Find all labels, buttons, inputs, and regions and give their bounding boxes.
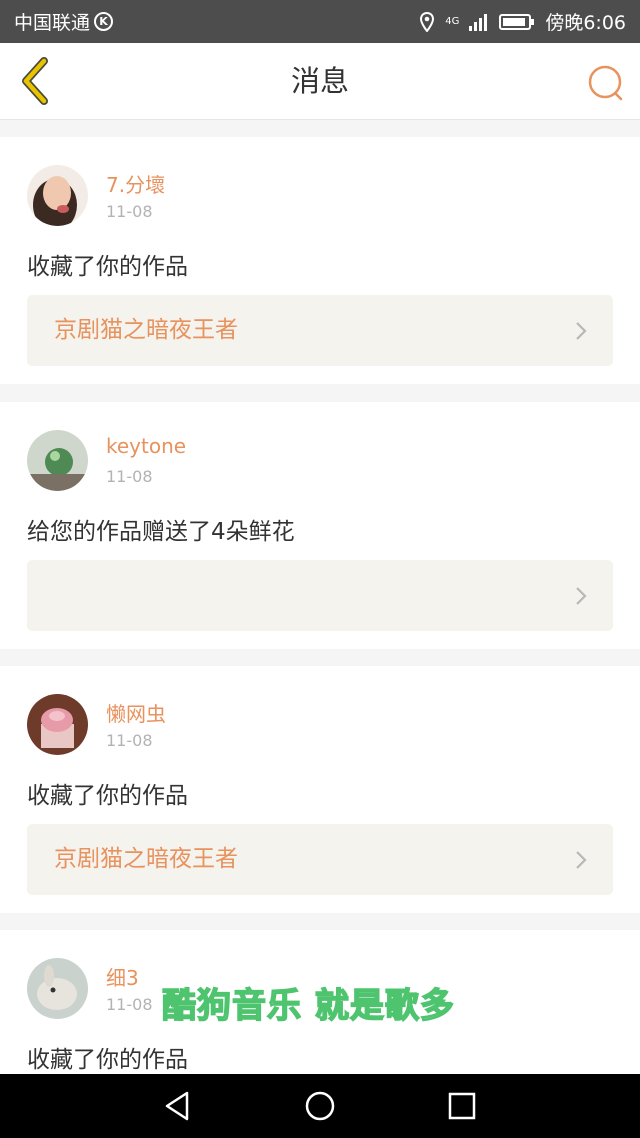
username[interactable]: 细3 xyxy=(106,962,139,991)
avatar[interactable] xyxy=(27,694,88,755)
message-date: 11-08 xyxy=(106,731,153,750)
message-card: keytone 11-08 给您的作品赠送了4朵鲜花 xyxy=(0,402,640,649)
username[interactable]: 懒网虫 xyxy=(106,698,166,727)
carrier-name: 中国联通 xyxy=(14,12,91,34)
avatar[interactable] xyxy=(27,165,88,226)
username[interactable]: 7.分壞 xyxy=(106,169,165,198)
back-triangle-icon[interactable] xyxy=(160,1088,196,1124)
signal-icon xyxy=(469,13,488,31)
message-action: 给您的作品赠送了4朵鲜花 xyxy=(27,519,295,545)
carrier: 中国联通 K xyxy=(14,8,114,35)
battery-icon xyxy=(499,13,535,30)
recents-square-icon[interactable] xyxy=(444,1088,480,1124)
carrier-badge: K xyxy=(94,12,114,31)
chevron-right-icon xyxy=(576,587,587,605)
avatar[interactable] xyxy=(27,958,88,1019)
avatar[interactable] xyxy=(27,430,88,491)
message-action: 收藏了你的作品 xyxy=(27,254,188,280)
work-title: 京剧猫之暗夜王者 xyxy=(54,317,238,343)
chevron-right-icon xyxy=(576,322,587,340)
status-bar: 中国联通 K 4G 傍晚6:06 xyxy=(0,0,640,43)
status-icons: 4G 傍晚6:06 xyxy=(419,8,626,35)
network-type: 4G xyxy=(445,15,460,27)
message-date: 11-08 xyxy=(106,467,153,486)
nav-bar: 消息 xyxy=(0,43,640,120)
search-icon[interactable] xyxy=(586,63,626,103)
work-link[interactable]: 京剧猫之暗夜王者 xyxy=(27,824,613,895)
username[interactable]: keytone xyxy=(106,434,186,458)
home-circle-icon[interactable] xyxy=(302,1088,338,1124)
clock: 傍晚6:06 xyxy=(545,12,626,34)
message-card: 7.分壞 11-08 收藏了你的作品 京剧猫之暗夜王者 xyxy=(0,137,640,384)
location-icon xyxy=(420,11,435,32)
watermark: 酷狗音乐 就是歌多 xyxy=(161,985,455,1027)
page-title: 消息 xyxy=(290,64,349,98)
message-list: 7.分壞 11-08 收藏了你的作品 京剧猫之暗夜王者 keytone 11-0… xyxy=(0,121,640,1074)
chevron-right-icon xyxy=(576,851,587,869)
work-link[interactable] xyxy=(27,560,613,631)
work-title: 京剧猫之暗夜王者 xyxy=(54,846,238,872)
message-action: 收藏了你的作品 xyxy=(27,1047,188,1073)
message-action: 收藏了你的作品 xyxy=(27,783,188,809)
system-nav-bar xyxy=(0,1074,640,1138)
message-date: 11-08 xyxy=(106,995,153,1014)
message-card: 懒网虫 11-08 收藏了你的作品 京剧猫之暗夜王者 xyxy=(0,666,640,913)
work-link[interactable]: 京剧猫之暗夜王者 xyxy=(27,295,613,366)
message-date: 11-08 xyxy=(106,202,153,221)
